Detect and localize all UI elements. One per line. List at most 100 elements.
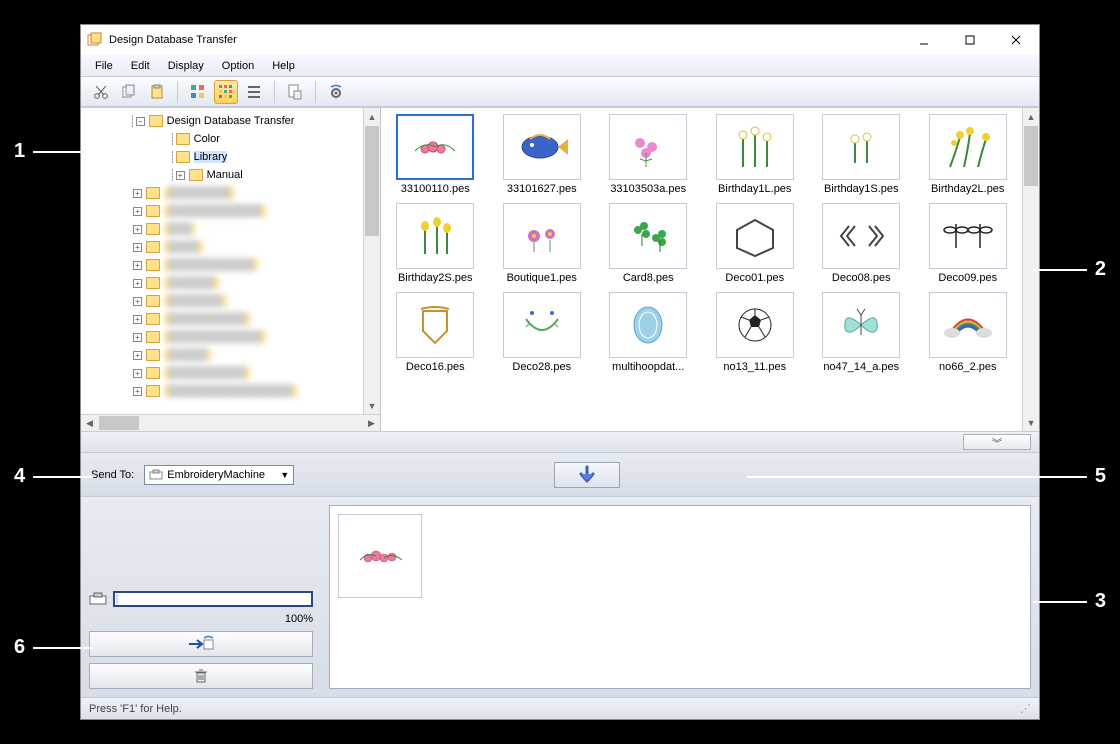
thumbnail-item[interactable]: Card8.pes — [600, 203, 697, 284]
tree-scrollbar-horizontal[interactable]: ◀ ▶ — [81, 414, 380, 431]
minimize-button[interactable] — [901, 25, 947, 55]
thumbnail-item[interactable]: Deco09.pes — [920, 203, 1017, 284]
transfer-controls: 100% — [81, 497, 321, 697]
expand-toggle[interactable]: + — [176, 171, 185, 180]
scroll-left-icon[interactable]: ◀ — [81, 415, 98, 431]
thumbnail-preview — [609, 114, 687, 180]
menubar: File Edit Display Option Help — [81, 55, 1039, 77]
arrow-down-icon — [576, 464, 598, 486]
menu-file[interactable]: File — [87, 58, 121, 74]
thumbnail-item[interactable]: 33101627.pes — [494, 114, 591, 195]
tree-item-blurred: ██████████ — [164, 313, 250, 325]
tree-item-color[interactable]: Color — [194, 133, 220, 145]
tree-item-blurred: ████████ — [164, 187, 234, 199]
thumbnail-item[interactable]: Deco16.pes — [387, 292, 484, 373]
thumbnail-item[interactable]: Deco28.pes — [494, 292, 591, 373]
thumbnail-item[interactable]: Birthday2L.pes — [920, 114, 1017, 195]
small-icons-view[interactable] — [214, 80, 238, 104]
thumbnail-preview — [929, 203, 1007, 269]
destination-select[interactable]: EmbroideryMachine ▼ — [144, 465, 294, 485]
menu-help[interactable]: Help — [264, 58, 303, 74]
thumbnail-preview — [609, 292, 687, 358]
thumbnail-item[interactable]: no47_14_a.pes — [813, 292, 910, 373]
menu-display[interactable]: Display — [160, 58, 212, 74]
thumbnail-item[interactable]: 33103503a.pes — [600, 114, 697, 195]
thumbnail-caption: Deco16.pes — [406, 361, 465, 373]
thumbnail-preview — [716, 292, 794, 358]
cut-icon[interactable] — [89, 80, 113, 104]
menu-edit[interactable]: Edit — [123, 58, 158, 74]
thumbnail-preview — [609, 203, 687, 269]
thumbnail-preview — [929, 114, 1007, 180]
memory-percent: 100% — [89, 613, 313, 625]
tree-item-blurred: ███████ — [164, 295, 227, 307]
thumbnail-preview — [716, 203, 794, 269]
thumbnail-item[interactable]: multihoopdat... — [600, 292, 697, 373]
progress-fill — [116, 594, 118, 604]
thumbnail-item[interactable]: Birthday1L.pes — [707, 114, 804, 195]
paste-icon[interactable] — [145, 80, 169, 104]
scroll-thumb[interactable] — [1024, 126, 1038, 186]
close-button[interactable] — [993, 25, 1039, 55]
scroll-up-icon[interactable]: ▲ — [364, 108, 380, 125]
tree-item-blurred: ██████████ — [164, 367, 250, 379]
thumbnail-preview — [822, 114, 900, 180]
delete-button[interactable] — [89, 663, 313, 689]
thumbnail-item[interactable]: no66_2.pes — [920, 292, 1017, 373]
thumbnail-item[interactable]: Birthday2S.pes — [387, 203, 484, 284]
thumbnails-grid[interactable]: 33100110.pes33101627.pes33103503a.pes Bir… — [381, 108, 1022, 431]
tree-item-manual[interactable]: Manual — [207, 169, 243, 181]
folder-tree[interactable]: ┊ − Design Database Transfer ┊ Color ┊ L… — [81, 108, 363, 414]
thumbnail-caption: no47_14_a.pes — [823, 361, 899, 373]
destination-value: EmbroideryMachine — [167, 469, 265, 481]
tree-item-blurred: ████████████ — [164, 205, 266, 217]
details-view-icon[interactable] — [242, 80, 266, 104]
chevron-double-down-icon: ︾ — [992, 435, 1002, 450]
tree-item-blurred: ████████████ — [164, 331, 266, 343]
tree-item-blurred: ████████████████ — [164, 385, 297, 397]
folder-icon — [149, 115, 163, 127]
thumbnail-preview — [396, 292, 474, 358]
window-title: Design Database Transfer — [109, 34, 901, 46]
thumbnail-preview — [503, 292, 581, 358]
callout-2: 2 — [1095, 258, 1106, 281]
folder-icon — [189, 169, 203, 181]
tree-item-library[interactable]: Library — [194, 151, 228, 163]
transfer-button[interactable] — [89, 631, 313, 657]
thumbnail-item[interactable]: Birthday1S.pes — [813, 114, 910, 195]
resize-grip-icon[interactable]: ⋰ — [1020, 702, 1031, 715]
expand-down-button[interactable]: ︾ — [963, 434, 1031, 450]
add-to-write-list-button[interactable] — [554, 462, 620, 488]
thumbnail-caption: Deco01.pes — [725, 272, 784, 284]
thumbnail-item[interactable]: no13_11.pes — [707, 292, 804, 373]
scroll-thumb[interactable] — [365, 126, 379, 236]
scroll-down-icon[interactable]: ▼ — [1023, 414, 1039, 431]
write-list-item[interactable] — [338, 514, 422, 598]
copy-icon[interactable] — [117, 80, 141, 104]
thumbnail-preview — [396, 114, 474, 180]
thumbnail-caption: Birthday2S.pes — [398, 272, 473, 284]
write-list[interactable] — [329, 505, 1031, 689]
tree-root-label[interactable]: Design Database Transfer — [167, 115, 295, 127]
scroll-thumb[interactable] — [99, 416, 139, 430]
machine-icon — [149, 469, 163, 481]
machine-icon — [89, 592, 107, 606]
scroll-down-icon[interactable]: ▼ — [364, 397, 380, 414]
tree-scrollbar-vertical[interactable]: ▲ ▼ — [363, 108, 380, 414]
maximize-button[interactable] — [947, 25, 993, 55]
thumbnail-item[interactable]: 33100110.pes — [387, 114, 484, 195]
expand-toggle[interactable]: − — [136, 117, 145, 126]
scroll-up-icon[interactable]: ▲ — [1023, 108, 1039, 125]
thumbnail-caption: Birthday1S.pes — [824, 183, 899, 195]
thumbnail-caption: Card8.pes — [623, 272, 674, 284]
thumbnail-item[interactable]: Deco01.pes — [707, 203, 804, 284]
scroll-right-icon[interactable]: ▶ — [363, 415, 380, 431]
thumbnail-item[interactable]: Deco08.pes — [813, 203, 910, 284]
property-icon[interactable] — [283, 80, 307, 104]
menu-option[interactable]: Option — [214, 58, 262, 74]
thumbnail-item[interactable]: Boutique1.pes — [494, 203, 591, 284]
large-icons-view[interactable] — [186, 80, 210, 104]
callout-4: 4 — [14, 465, 25, 488]
thumbnail-caption: Birthday1L.pes — [718, 183, 791, 195]
settings-icon[interactable] — [324, 80, 348, 104]
